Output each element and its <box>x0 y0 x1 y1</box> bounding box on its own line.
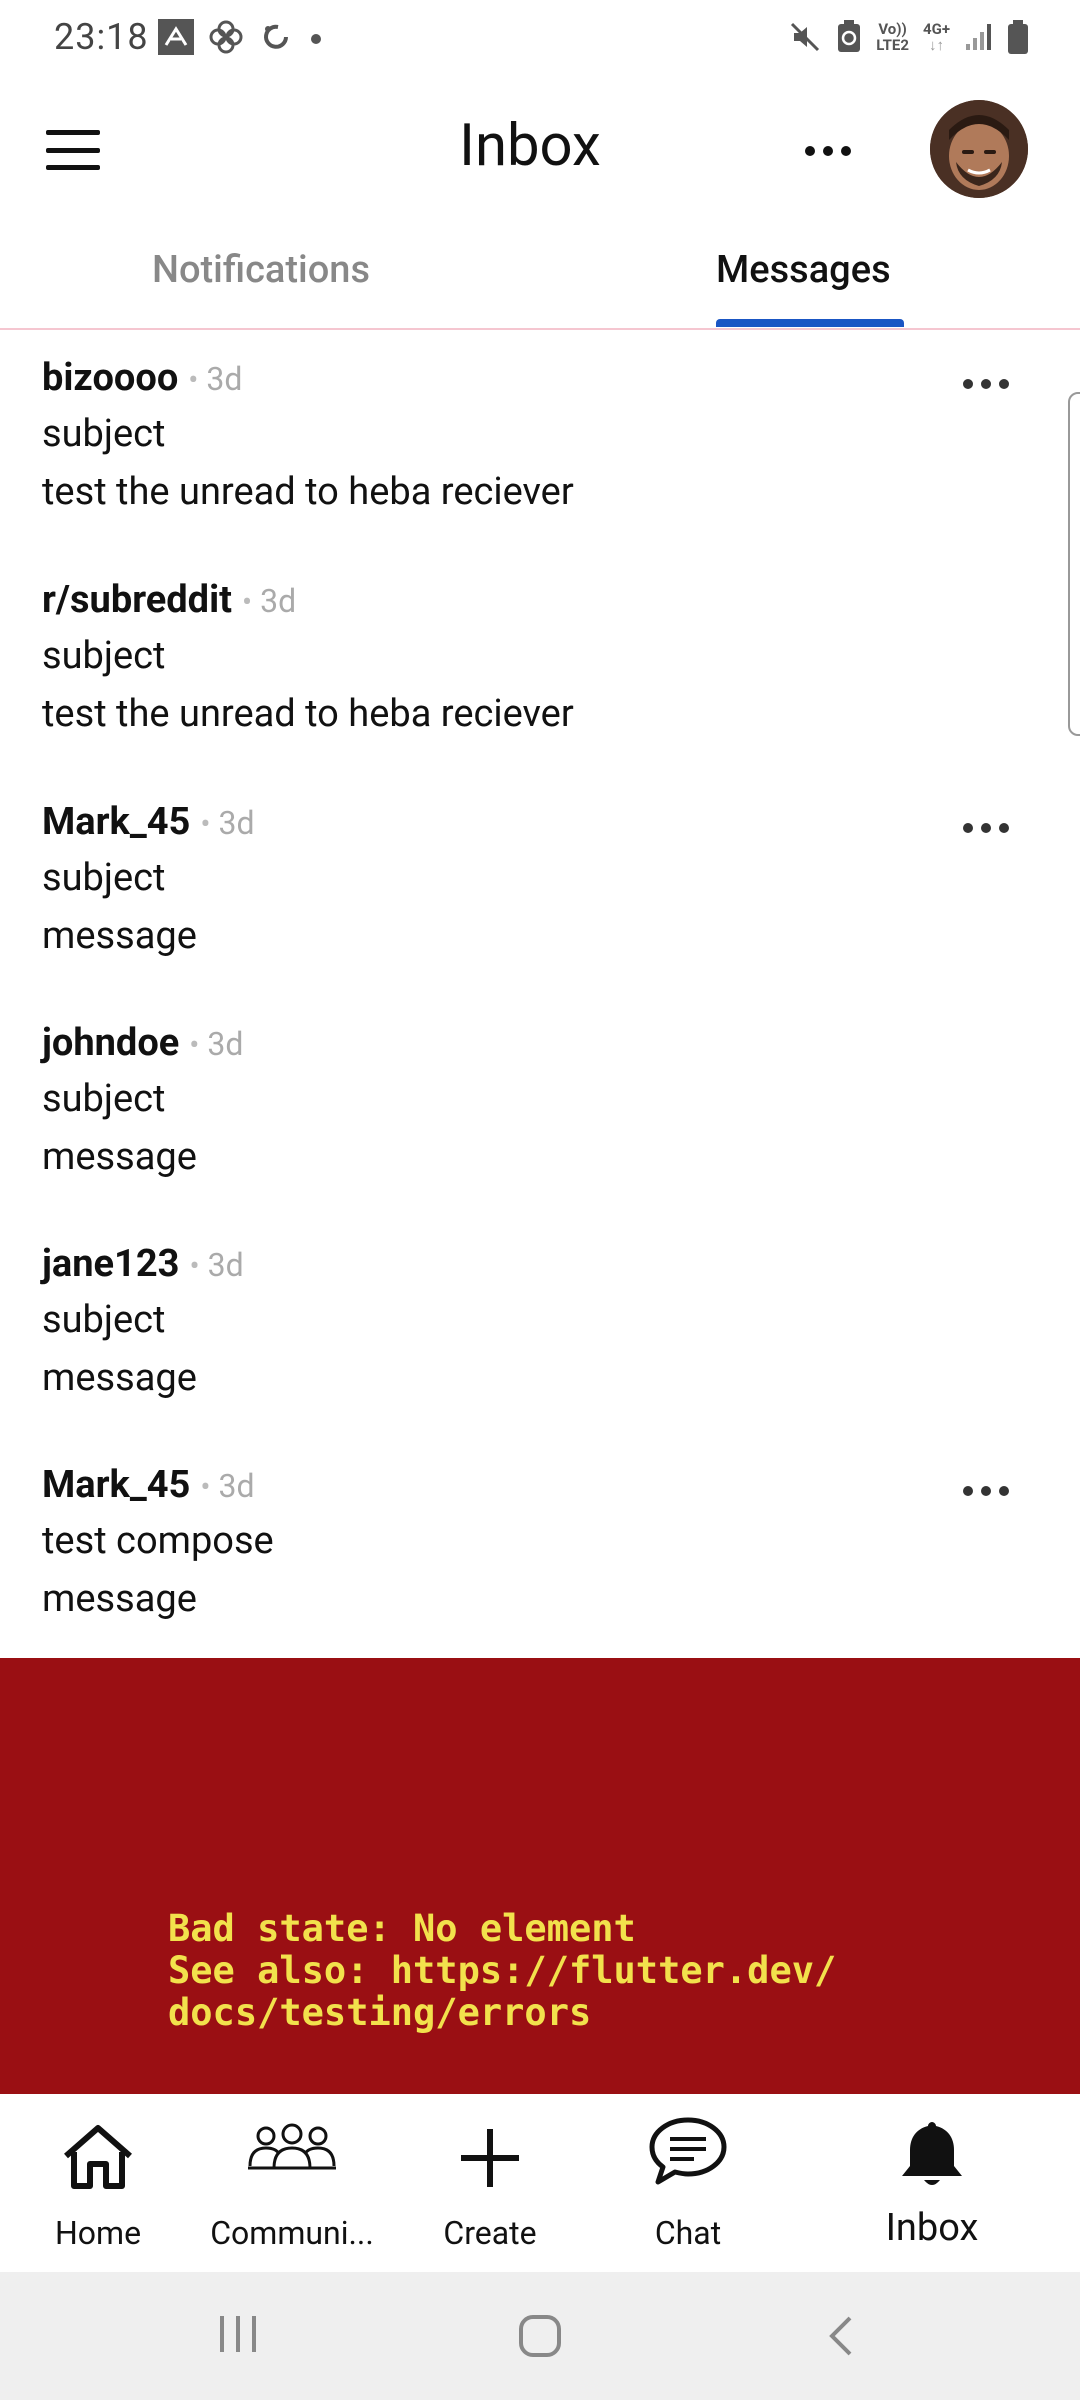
network-top-label: Vo)) <box>878 20 907 38</box>
communities-icon <box>248 2123 336 2170</box>
message-body: message <box>42 1356 197 1400</box>
error-message: Bad state: No element See also: https://… <box>168 1908 836 2034</box>
message-header: r/subreddit • 3d <box>42 578 296 622</box>
separator-dot: • <box>189 1249 200 1284</box>
nav-inbox-label: Inbox <box>885 2206 979 2250</box>
inbox-tabs: Notifications Messages <box>0 226 1080 330</box>
more-horizontal-icon[interactable] <box>800 136 856 166</box>
message-item[interactable]: r/subreddit • 3d subject test the unread… <box>0 552 1080 774</box>
error-line-3: docs/testing/errors <box>168 1991 592 2034</box>
message-header: Mark_45 • 3d <box>42 800 254 844</box>
message-body: message <box>42 1577 197 1621</box>
nav-create[interactable]: Create <box>410 2094 570 2272</box>
message-header: jane123 • 3d <box>42 1242 244 1286</box>
message-subject: test compose <box>42 1519 274 1563</box>
plus-icon <box>461 2129 519 2187</box>
mute-icon <box>791 22 820 52</box>
error-line-2: See also: https://flutter.dev/ <box>168 1949 837 1992</box>
message-body: test the unread to heba reciever <box>42 470 574 514</box>
page-title: Inbox <box>459 112 601 180</box>
message-more-icon[interactable] <box>958 816 1014 840</box>
nav-home-label: Home <box>54 2214 142 2252</box>
message-time: 3d <box>207 1246 244 1284</box>
message-subject: subject <box>42 856 166 900</box>
message-header: bizoooo • 3d <box>42 356 242 400</box>
app-bar: Inbox <box>0 76 1080 224</box>
message-sender[interactable]: r/subreddit <box>42 578 232 622</box>
message-more-icon[interactable] <box>958 1479 1014 1503</box>
separator-dot: • <box>241 585 253 620</box>
signal-4g-icon: 4G+ ↓↑ <box>922 20 950 54</box>
dot-icon <box>311 34 321 44</box>
message-more-icon[interactable] <box>958 372 1014 396</box>
message-sender[interactable]: Mark_45 <box>42 800 190 844</box>
separator-dot: • <box>188 363 199 398</box>
message-subject: subject <box>42 412 166 456</box>
message-sender[interactable]: johndoe <box>42 1021 179 1065</box>
message-sender[interactable]: bizoooo <box>42 356 178 400</box>
error-banner: Bad state: No element See also: https://… <box>0 1658 1080 2094</box>
status-right-icons: Vo)) LTE2 4G+ ↓↑ <box>788 18 1028 56</box>
message-time: 3d <box>260 582 297 620</box>
data-label: 4G+ <box>922 20 950 38</box>
battery-saver-icon <box>838 20 861 52</box>
message-item[interactable]: johndoe • 3d subject message <box>0 995 1080 1217</box>
message-time: 3d <box>218 1467 255 1505</box>
message-subject: subject <box>42 634 166 678</box>
system-navigation-bar <box>0 2272 1080 2400</box>
message-body: message <box>42 1135 197 1179</box>
message-time: 3d <box>207 1025 244 1063</box>
status-left-icons <box>158 18 324 56</box>
message-time: 3d <box>218 804 255 842</box>
nav-create-label: Create <box>443 2214 537 2252</box>
message-subject: subject <box>42 1077 166 1121</box>
avatar-image <box>930 100 1028 198</box>
avatar[interactable] <box>930 100 1028 198</box>
message-header: johndoe • 3d <box>42 1021 243 1065</box>
status-time: 23:18 <box>54 16 149 58</box>
message-body: test the unread to heba reciever <box>42 692 574 736</box>
tab-notifications[interactable]: Notifications <box>152 248 370 292</box>
nav-communities[interactable]: Communi... <box>198 2094 386 2272</box>
message-list: bizoooo • 3d subject test the unread to … <box>0 330 1080 1660</box>
nav-chat[interactable]: Chat <box>608 2094 768 2272</box>
bell-icon <box>902 2122 962 2185</box>
separator-dot: • <box>189 1028 200 1063</box>
message-body: message <box>42 914 197 958</box>
bottom-navigation: Home Communi... Create Chat Inbox <box>0 2094 1080 2272</box>
home-icon <box>64 2125 132 2189</box>
volte-icon: Vo)) LTE2 <box>876 21 909 53</box>
nav-communities-label: Communi... <box>210 2214 374 2252</box>
separator-dot: • <box>200 1470 211 1505</box>
message-sender[interactable]: jane123 <box>42 1242 179 1286</box>
battery-icon <box>1008 20 1028 54</box>
message-subject: subject <box>42 1298 166 1342</box>
separator-dot: • <box>200 807 211 842</box>
active-tab-indicator <box>716 319 904 327</box>
signal-bars-icon <box>966 24 991 50</box>
message-time: 3d <box>206 360 243 398</box>
recents-icon[interactable] <box>216 2312 260 2356</box>
chat-icon <box>649 2117 727 2185</box>
pinwheel-icon <box>209 20 243 54</box>
message-item[interactable]: bizoooo • 3d subject test the unread to … <box>0 330 1080 552</box>
network-bottom-label: LTE2 <box>876 36 909 54</box>
back-icon[interactable] <box>822 2312 862 2360</box>
message-item[interactable]: Mark_45 • 3d test compose message <box>0 1437 1080 1659</box>
nav-chat-label: Chat <box>654 2214 722 2252</box>
nav-inbox[interactable]: Inbox <box>852 2094 1012 2272</box>
sync-icon <box>264 24 288 49</box>
tab-messages[interactable]: Messages <box>716 248 891 292</box>
status-bar: 23:18 Vo)) LTE2 4G+ ↓↑ <box>0 0 1080 76</box>
notification-icon <box>158 19 194 55</box>
error-line-1: Bad state: No element <box>168 1907 636 1950</box>
message-sender[interactable]: Mark_45 <box>42 1463 190 1507</box>
message-header: Mark_45 • 3d <box>42 1463 254 1507</box>
message-item[interactable]: jane123 • 3d subject message <box>0 1216 1080 1438</box>
nav-home[interactable]: Home <box>18 2094 178 2272</box>
scrollbar[interactable] <box>1068 392 1080 736</box>
message-item[interactable]: Mark_45 • 3d subject message <box>0 774 1080 996</box>
home-circle-icon[interactable] <box>516 2312 564 2360</box>
